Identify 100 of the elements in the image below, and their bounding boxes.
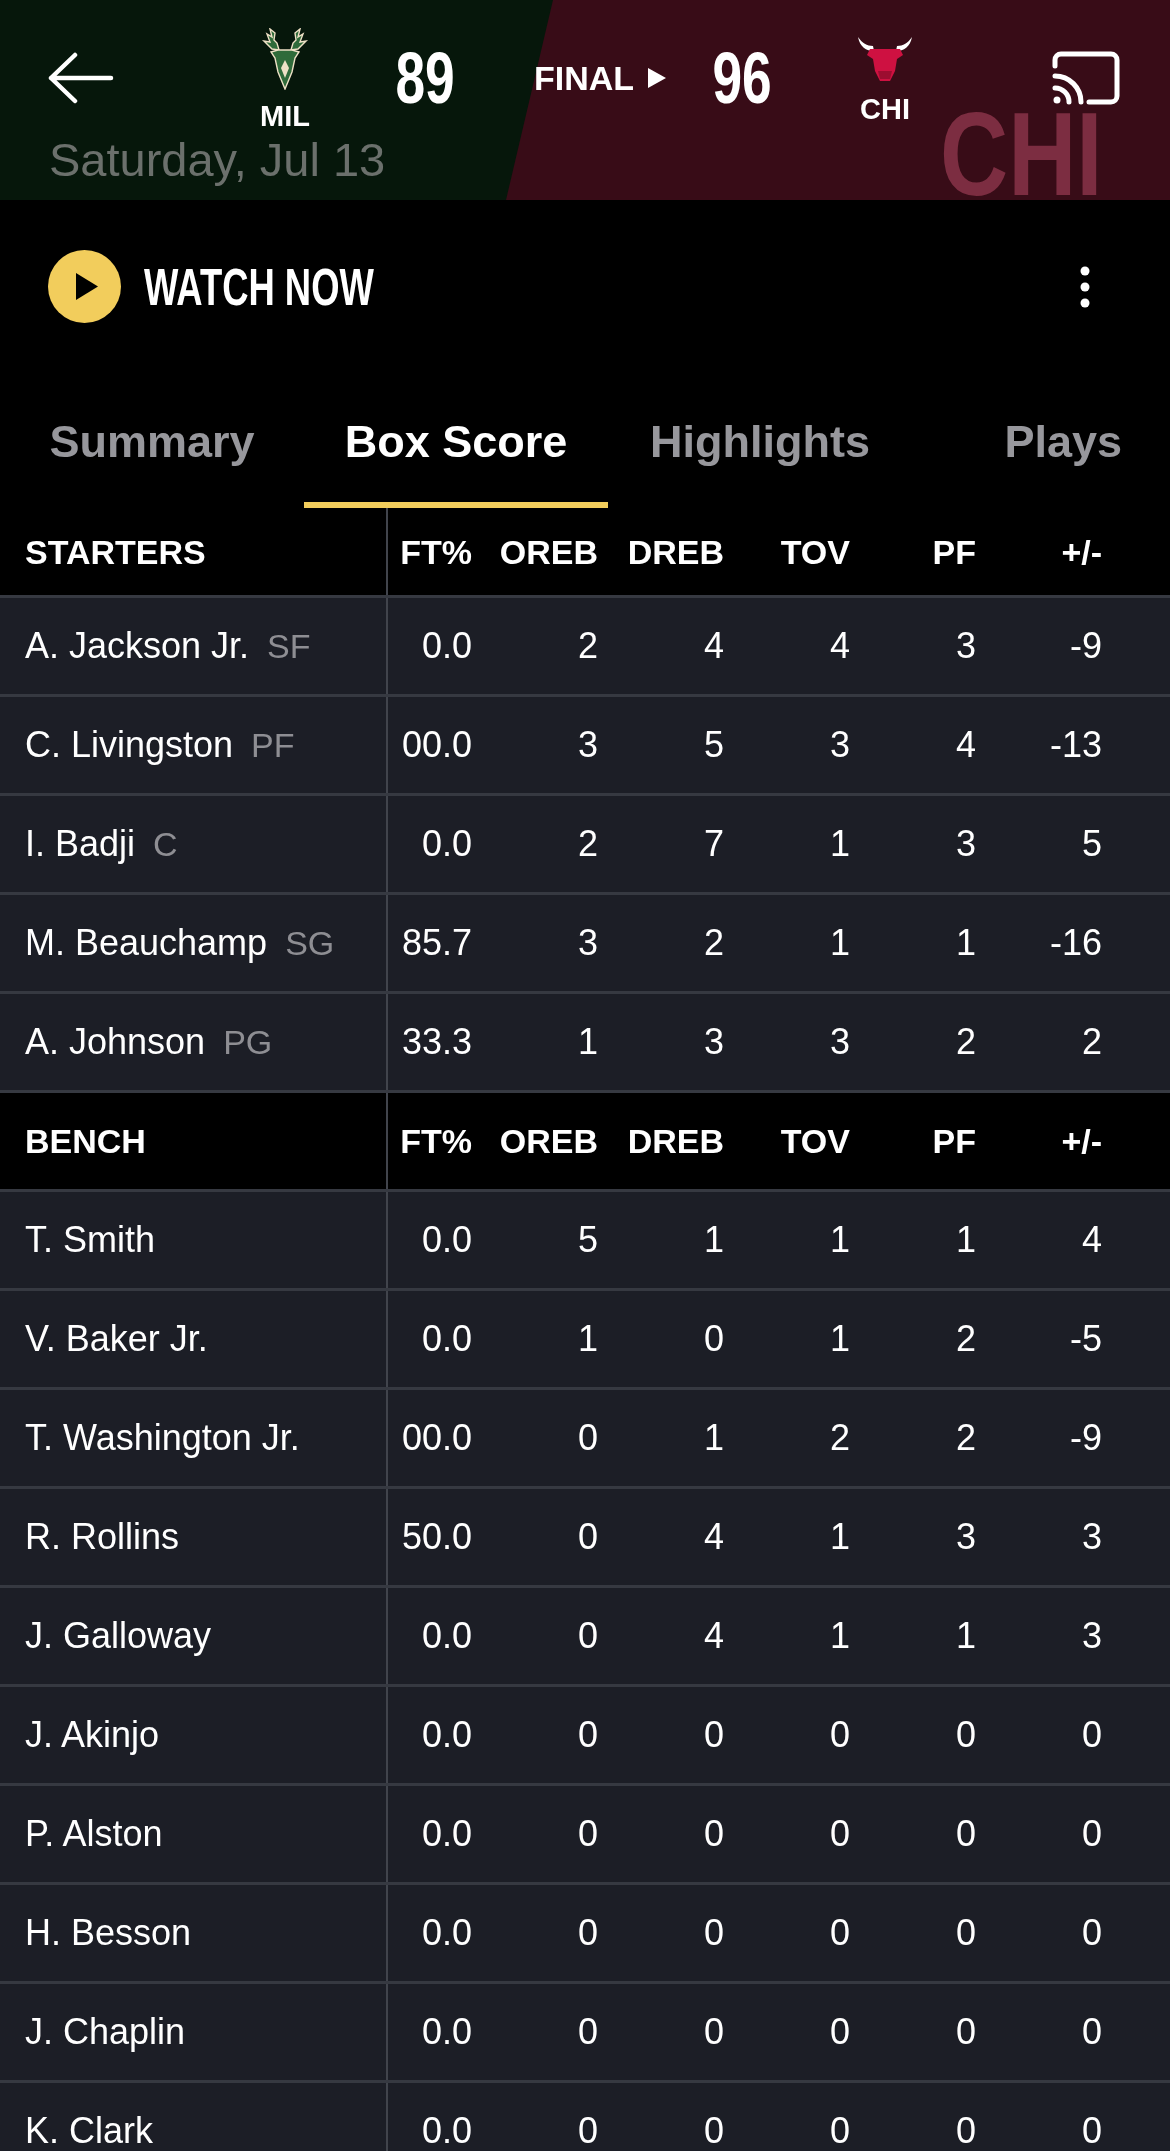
stat-value: 0 [577,1815,598,1853]
player-name[interactable]: J. Chaplin [25,2013,186,2051]
player-name[interactable]: K. Clark [25,2112,154,2150]
stat-value: 1 [829,1518,850,1556]
stat-value: 1 [703,1419,724,1457]
stat-value: 0.0 [421,2013,472,2051]
column-header: DREB [627,1122,724,1160]
stat-value: 1 [829,924,850,962]
stat-value: 3 [1081,1518,1102,1556]
stat-value: 1 [703,1221,724,1259]
stat-value: 2 [955,1419,976,1457]
stat-value: 0 [955,1716,976,1754]
stat-value: 0 [829,2013,850,2051]
stat-value: 5 [577,1221,598,1259]
stat-value: 2 [577,627,598,665]
watch-now-button[interactable]: WATCH NOW [48,250,372,323]
column-header: +/- [1061,532,1102,571]
stat-value: 1 [577,1023,598,1061]
column-header: DREB [627,532,724,571]
team-score: 89 [395,48,455,108]
stat-value: 50.0 [401,1518,472,1556]
stat-value: 1 [577,1320,598,1358]
stat-value: 0 [1081,1716,1102,1754]
column-header: PF [932,1122,976,1160]
column-header: OREB [499,1122,598,1160]
player-name[interactable]: P. Alston [25,1815,163,1853]
team-abbreviation: MIL [260,104,310,128]
stat-value: 0 [829,2112,850,2150]
stat-value: 0.0 [421,1914,472,1952]
tab[interactable]: Plays [912,370,1170,508]
stat-value: 1 [955,1221,976,1259]
player-name[interactable]: M. Beauchamp [25,924,268,962]
stat-value: 0 [703,1320,724,1358]
stat-value: 3 [1081,1617,1102,1655]
stat-value: 2 [955,1320,976,1358]
stat-value: -13 [1049,726,1102,764]
stat-value: 1 [829,1320,850,1358]
stat-value: -9 [1070,627,1102,665]
stat-value: 7 [703,825,724,863]
column-header: OREB [499,532,598,571]
back-arrow-icon[interactable] [48,52,114,104]
stat-value: 4 [703,627,724,665]
stat-value: 0 [829,1716,850,1754]
player-name[interactable]: C. Livingston [25,726,234,764]
stat-value: 0 [577,1716,598,1754]
player-name[interactable]: A. Jackson Jr. [25,627,250,665]
player-name[interactable]: H. Besson [25,1914,192,1952]
stat-value: 0 [577,1518,598,1556]
stat-value: 0 [829,1914,850,1952]
stat-value: 1 [955,924,976,962]
cast-icon[interactable] [1052,51,1120,105]
stat-value: 2 [703,924,724,962]
stat-value: 2 [1081,1023,1102,1061]
stat-value: 2 [577,825,598,863]
stat-value: 0.0 [421,1716,472,1754]
stat-value: 0 [829,1815,850,1853]
stat-value: 3 [577,726,598,764]
play-icon [48,250,121,323]
stat-value: 3 [703,1023,724,1061]
player-name[interactable]: R. Rollins [25,1518,180,1556]
stat-value: 0 [577,2013,598,2051]
stat-value: 0 [577,1419,598,1457]
stat-value: 0.0 [421,1617,472,1655]
player-name[interactable]: J. Akinjo [25,1716,160,1754]
more-options-icon[interactable] [1080,265,1090,308]
stat-value: 0 [955,1815,976,1853]
stat-value: 1 [829,1221,850,1259]
tab[interactable]: Summary [0,370,304,508]
stat-value: 0 [1081,2013,1102,2051]
column-header: FT% [400,1122,472,1160]
stat-value: 0 [955,2112,976,2150]
stat-value: 2 [829,1419,850,1457]
stat-value: 3 [955,627,976,665]
player-name[interactable]: I. Badji [25,825,136,863]
section-heading: STARTERS [25,532,206,571]
stat-value: 0.0 [421,825,472,863]
stat-value: 0 [955,1914,976,1952]
play-triangle-icon [648,68,667,88]
stat-value: 0 [703,1716,724,1754]
column-header: FT% [400,532,472,571]
game-status: FINAL [533,60,635,96]
stat-value: 0.0 [421,1320,472,1358]
team-score: 96 [712,48,772,108]
player-position: C [153,825,178,863]
player-name[interactable]: T. Smith [25,1221,156,1259]
section-heading: BENCH [25,1122,146,1160]
column-header: TOV [780,1122,850,1160]
stat-value: 4 [1081,1221,1102,1259]
tab[interactable]: Highlights [608,370,912,508]
stat-value: 0 [703,1815,724,1853]
game-date: Saturday, Jul 13 [49,134,386,186]
player-position: SF [267,627,311,665]
stat-value: 00.0 [401,726,472,764]
player-name[interactable]: A. Johnson [25,1023,206,1061]
player-name[interactable]: V. Baker Jr. [25,1320,208,1358]
player-name[interactable]: T. Washington Jr. [25,1419,300,1457]
stat-value: 0 [1081,1815,1102,1853]
player-position: SG [285,924,335,962]
stat-value: 3 [829,1023,850,1061]
player-name[interactable]: J. Galloway [25,1617,212,1655]
